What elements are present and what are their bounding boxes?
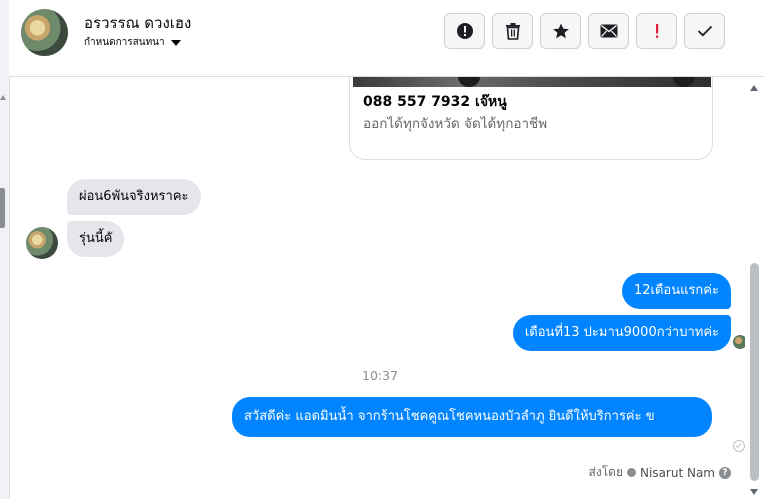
seen-avatar — [733, 335, 745, 349]
red-exclamation-icon — [655, 24, 658, 38]
left-panel-resize-handle[interactable] — [0, 188, 5, 228]
help-icon[interactable]: ? — [719, 466, 731, 479]
verified-icon — [627, 468, 636, 477]
shared-post-card[interactable]: 088 557 7932 เจ๊หนู ออกได้ทุกจังหวัด จัด… — [349, 77, 713, 160]
checkmark-icon — [697, 25, 712, 37]
scroll-up-arrow-icon[interactable] — [750, 85, 758, 91]
conversation-toolbar — [444, 13, 725, 49]
follow-up-button[interactable] — [636, 13, 677, 49]
sender-avatar[interactable] — [26, 227, 58, 259]
card-title: 088 557 7932 เจ๊หนู — [363, 94, 507, 110]
contact-avatar[interactable] — [21, 9, 68, 56]
conversation-thread: 088 557 7932 เจ๊หนู ออกได้ทุกจังหวัด จัด… — [9, 77, 745, 499]
sent-by-name[interactable]: Nisarut Nam — [640, 466, 715, 480]
sent-status-icon — [733, 440, 745, 452]
card-image — [353, 77, 711, 87]
left-scroll-arrow-icon[interactable] — [0, 95, 6, 100]
trash-icon — [505, 23, 520, 40]
card-subtitle: ออกได้ทุกจังหวัด จัดได้ทุกอาชีพ — [363, 116, 548, 132]
scrollbar-thumb[interactable] — [750, 263, 759, 481]
card-image-detail — [673, 77, 695, 87]
exclamation-circle-icon — [456, 23, 473, 39]
outgoing-message[interactable]: 12เดือนแรกค่ะ — [621, 273, 731, 309]
sent-by-label: ส่งโดย — [588, 465, 623, 479]
card-image-detail — [458, 77, 480, 87]
conversation-header: อรวรรณ ดวงเฮง กำหนดการสนทนา — [9, 0, 763, 77]
done-button[interactable] — [684, 13, 725, 49]
conversation-scrollbar[interactable] — [745, 77, 763, 499]
caret-down-icon — [170, 39, 181, 46]
message-timestamp: 10:37 — [362, 368, 399, 383]
star-button[interactable] — [540, 13, 581, 49]
envelope-icon — [600, 24, 617, 38]
scroll-down-arrow-icon[interactable] — [750, 489, 758, 495]
star-icon — [552, 23, 569, 39]
incoming-message[interactable]: รุ่นนี้คั — [67, 221, 125, 257]
contact-name[interactable]: อรวรรณ ดวงเฮง — [84, 11, 191, 35]
conversation-setting-dropdown[interactable]: กำหนดการสนทนา — [84, 35, 181, 50]
outgoing-message[interactable]: สวัสดีค่ะ แอดมินน้ำ จากร้านโชคคูณโชคหนอง… — [232, 397, 712, 437]
sent-by-info: ส่งโดย Nisarut Nam ? — [589, 463, 731, 482]
incoming-message[interactable]: ผ่อน6พันจริงหราคะ — [67, 179, 201, 215]
mark-unread-button[interactable] — [588, 13, 629, 49]
outgoing-message[interactable]: เดือนที่13 ปะมาน9000กว่าบาทค่ะ — [512, 315, 731, 351]
delete-button[interactable] — [492, 13, 533, 49]
conversation-setting-label: กำหนดการสนทนา — [84, 37, 165, 48]
spam-button[interactable] — [444, 13, 485, 49]
